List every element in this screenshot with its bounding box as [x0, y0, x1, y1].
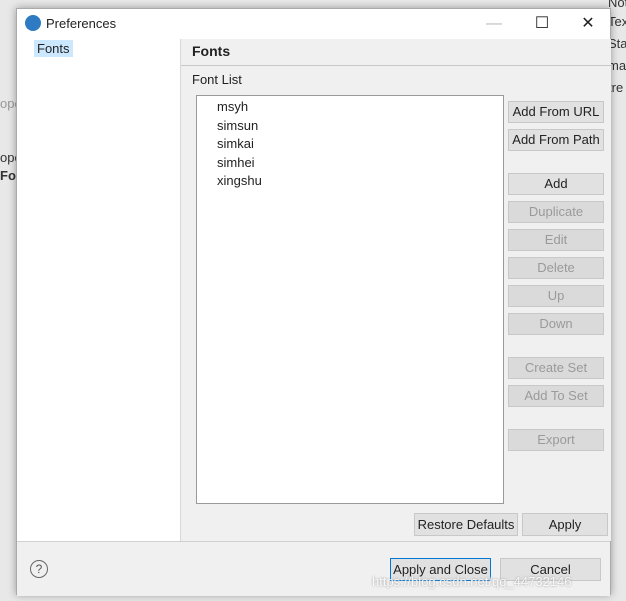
- preference-tree: Fonts: [17, 39, 180, 541]
- preferences-dialog: Preferences — ☐ ✕ Fonts Fonts Font List …: [16, 8, 611, 596]
- list-item[interactable]: simkai: [217, 135, 503, 154]
- export-button[interactable]: Export: [508, 429, 604, 451]
- add-from-url-button[interactable]: Add From URL: [508, 101, 604, 123]
- down-button[interactable]: Down: [508, 313, 604, 335]
- apply-button[interactable]: Apply: [522, 513, 608, 536]
- list-item[interactable]: simhei: [217, 154, 503, 173]
- edit-button[interactable]: Edit: [508, 229, 604, 251]
- list-item[interactable]: simsun: [217, 117, 503, 136]
- dialog-title: Preferences: [46, 16, 117, 31]
- up-button[interactable]: Up: [508, 285, 604, 307]
- restore-defaults-button[interactable]: Restore Defaults: [414, 513, 518, 536]
- list-item[interactable]: xingshu: [217, 172, 503, 191]
- page-title: Fonts: [181, 39, 611, 66]
- title-bar: Preferences — ☐ ✕: [17, 9, 610, 39]
- delete-button[interactable]: Delete: [508, 257, 604, 279]
- preference-page: Fonts Font List msyh simsun simkai simhe…: [180, 39, 611, 541]
- tree-item-fonts[interactable]: Fonts: [34, 40, 73, 57]
- minimize-button[interactable]: —: [479, 13, 509, 35]
- close-button[interactable]: ✕: [573, 13, 603, 35]
- font-list-label: Font List: [192, 72, 242, 87]
- font-list[interactable]: msyh simsun simkai simhei xingshu: [196, 95, 504, 504]
- add-from-path-button[interactable]: Add From Path: [508, 129, 604, 151]
- add-to-set-button[interactable]: Add To Set: [508, 385, 604, 407]
- duplicate-button[interactable]: Duplicate: [508, 201, 604, 223]
- watermark: https://blog.csdn.net/qq_44732146: [372, 574, 572, 589]
- help-icon[interactable]: ?: [30, 560, 48, 578]
- create-set-button[interactable]: Create Set: [508, 357, 604, 379]
- maximize-button[interactable]: ☐: [527, 13, 557, 35]
- list-item[interactable]: msyh: [217, 98, 503, 117]
- eclipse-app-icon: [25, 15, 41, 31]
- add-button[interactable]: Add: [508, 173, 604, 195]
